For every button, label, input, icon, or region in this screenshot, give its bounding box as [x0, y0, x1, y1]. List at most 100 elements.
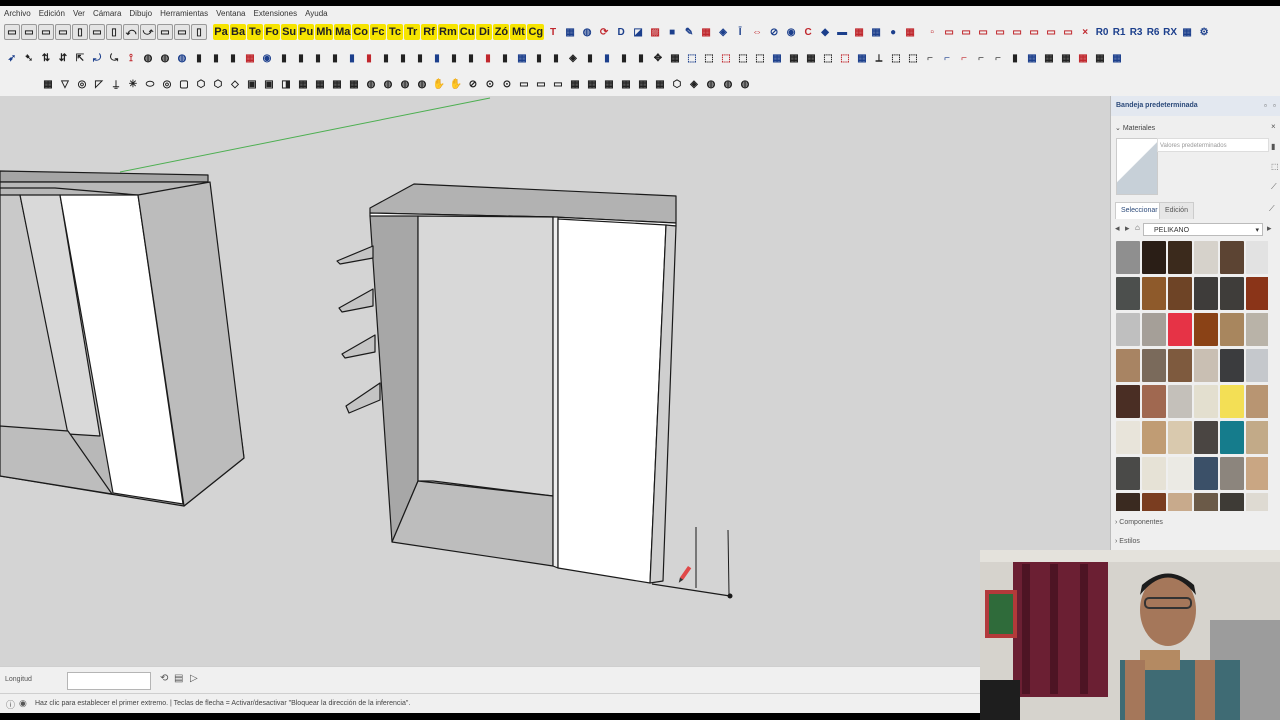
material-swatch[interactable] [1116, 241, 1140, 274]
materials-panel-header[interactable]: ⌄ Materiales [1115, 124, 1155, 132]
tool-icon[interactable]: ▭ [1060, 24, 1076, 40]
material-swatch[interactable] [1116, 349, 1140, 382]
tool-icon[interactable]: ⌐ [973, 50, 989, 66]
tab-select[interactable]: Seleccionar [1115, 202, 1164, 219]
material-swatch[interactable] [1116, 313, 1140, 346]
toolbar-separator[interactable] [919, 24, 923, 40]
tool-icon[interactable]: ▦ [242, 50, 258, 66]
plugin-button[interactable]: Su [281, 24, 298, 40]
tool-icon[interactable]: ◍ [703, 76, 719, 92]
menu-item[interactable]: Cámara [89, 9, 125, 18]
material-swatch[interactable] [1220, 313, 1244, 346]
tool-icon[interactable]: ▭ [1009, 24, 1025, 40]
toolbar-separator[interactable] [208, 24, 212, 40]
tool-icon[interactable]: ➷ [21, 50, 37, 66]
tool-icon[interactable]: ▦ [652, 76, 668, 92]
tool-icon[interactable]: ▦ [601, 76, 617, 92]
material-swatch[interactable] [1168, 277, 1192, 310]
material-swatch[interactable] [1194, 313, 1218, 346]
tool-icon[interactable]: ⬚ [701, 50, 717, 66]
tool-icon[interactable]: ◇ [227, 76, 243, 92]
tool-icon[interactable]: ⬚ [684, 50, 700, 66]
rotate-button[interactable]: R0 [1094, 24, 1110, 40]
plugin-button[interactable]: Tr [404, 24, 421, 40]
material-swatch[interactable] [1220, 277, 1244, 310]
plugin-button[interactable]: Tc [387, 24, 404, 40]
material-swatch[interactable] [1246, 421, 1268, 454]
tool-icon[interactable]: ✋ [431, 76, 447, 92]
material-swatch[interactable] [1194, 493, 1218, 511]
tool-icon[interactable]: ▮ [412, 50, 428, 66]
tool-icon[interactable]: ⚙ [1196, 24, 1212, 40]
tool-icon[interactable]: ▮ [361, 50, 377, 66]
plugin-button[interactable]: Pu [298, 24, 315, 40]
tool-icon[interactable]: ◍ [174, 50, 190, 66]
plugin-button[interactable]: Rf [421, 24, 438, 40]
tool-icon[interactable]: ▦ [567, 76, 583, 92]
material-swatch[interactable] [1194, 277, 1218, 310]
tool-icon[interactable]: ⟂ [871, 50, 887, 66]
tool-icon[interactable]: ⬚ [718, 50, 734, 66]
tool-icon[interactable]: ■ [664, 24, 680, 40]
tool-icon[interactable]: D [613, 24, 629, 40]
tool-icon[interactable]: ▣ [244, 76, 260, 92]
tool-icon[interactable]: ▭ [533, 76, 549, 92]
tool-icon[interactable]: ◎ [74, 76, 90, 92]
tool-icon[interactable]: ● [885, 24, 901, 40]
tool-icon[interactable]: ▮ [293, 50, 309, 66]
tool-icon[interactable]: ▭ [975, 24, 991, 40]
material-swatch[interactable] [1220, 349, 1244, 382]
material-swatch[interactable] [1116, 493, 1140, 511]
plugin-button[interactable]: Ma [334, 24, 352, 40]
info-icon[interactable]: ⓘ [6, 698, 15, 711]
tool-icon[interactable]: ⬚ [820, 50, 836, 66]
material-swatch[interactable] [1142, 457, 1166, 490]
tool-icon[interactable]: ▦ [346, 76, 362, 92]
plugin-button[interactable]: Mt [510, 24, 527, 40]
tool-icon[interactable]: ⤺ [123, 24, 139, 40]
tool-icon[interactable]: ⍊ [108, 76, 124, 92]
material-swatch[interactable] [1116, 385, 1140, 418]
menu-item[interactable]: Dibujo [125, 9, 156, 18]
home-icon[interactable]: ⌂ [1135, 223, 1140, 232]
tool-icon[interactable]: ⤻ [140, 24, 156, 40]
tool-icon[interactable]: ▦ [698, 24, 714, 40]
tool-icon[interactable]: ⟳ [596, 24, 612, 40]
tool-icon[interactable]: ⌐ [922, 50, 938, 66]
rotate-button[interactable]: R6 [1145, 24, 1161, 40]
tool-icon[interactable]: ▭ [550, 76, 566, 92]
menu-item[interactable]: Archivo [0, 9, 35, 18]
tool-icon[interactable]: ▦ [1092, 50, 1108, 66]
material-swatch[interactable] [1194, 349, 1218, 382]
tool-icon[interactable]: ▮ [429, 50, 445, 66]
tool-icon[interactable]: ⊙ [499, 76, 515, 92]
tool-icon[interactable]: ▭ [89, 24, 105, 40]
tool-icon[interactable]: ▭ [958, 24, 974, 40]
tool-icon[interactable]: ⟟ [123, 50, 139, 66]
tool-icon[interactable]: ◍ [737, 76, 753, 92]
tool-icon[interactable]: ▮ [599, 50, 615, 66]
tool-icon[interactable]: ▢ [176, 76, 192, 92]
close-tray-icon[interactable]: ▫ [1273, 101, 1276, 110]
tool-icon[interactable]: ✳ [125, 76, 141, 92]
tool-icon[interactable]: ◍ [579, 24, 595, 40]
plugin-button[interactable]: Co [352, 24, 370, 40]
material-swatch[interactable] [1194, 457, 1218, 490]
material-swatch[interactable] [1142, 385, 1166, 418]
material-name-field[interactable]: Valores predeterminados [1157, 138, 1269, 152]
tool-icon[interactable]: ▮ [276, 50, 292, 66]
tool-icon[interactable]: ▫ [924, 24, 940, 40]
details-arrow-icon[interactable]: ▸ [1267, 223, 1272, 234]
material-swatch[interactable] [1142, 421, 1166, 454]
tool-icon[interactable]: ▭ [157, 24, 173, 40]
measurement-input[interactable] [67, 672, 151, 690]
tool-icon[interactable]: ◈ [715, 24, 731, 40]
material-swatch[interactable] [1194, 421, 1218, 454]
tool-icon[interactable]: T [545, 24, 561, 40]
plugin-button[interactable]: Ba [230, 24, 247, 40]
tool-icon[interactable]: ✋ [448, 76, 464, 92]
tool-icon[interactable]: ▮ [1007, 50, 1023, 66]
tool-icon[interactable]: ⤿ [106, 50, 122, 66]
material-swatch[interactable] [1246, 313, 1268, 346]
material-swatch[interactable] [1220, 385, 1244, 418]
